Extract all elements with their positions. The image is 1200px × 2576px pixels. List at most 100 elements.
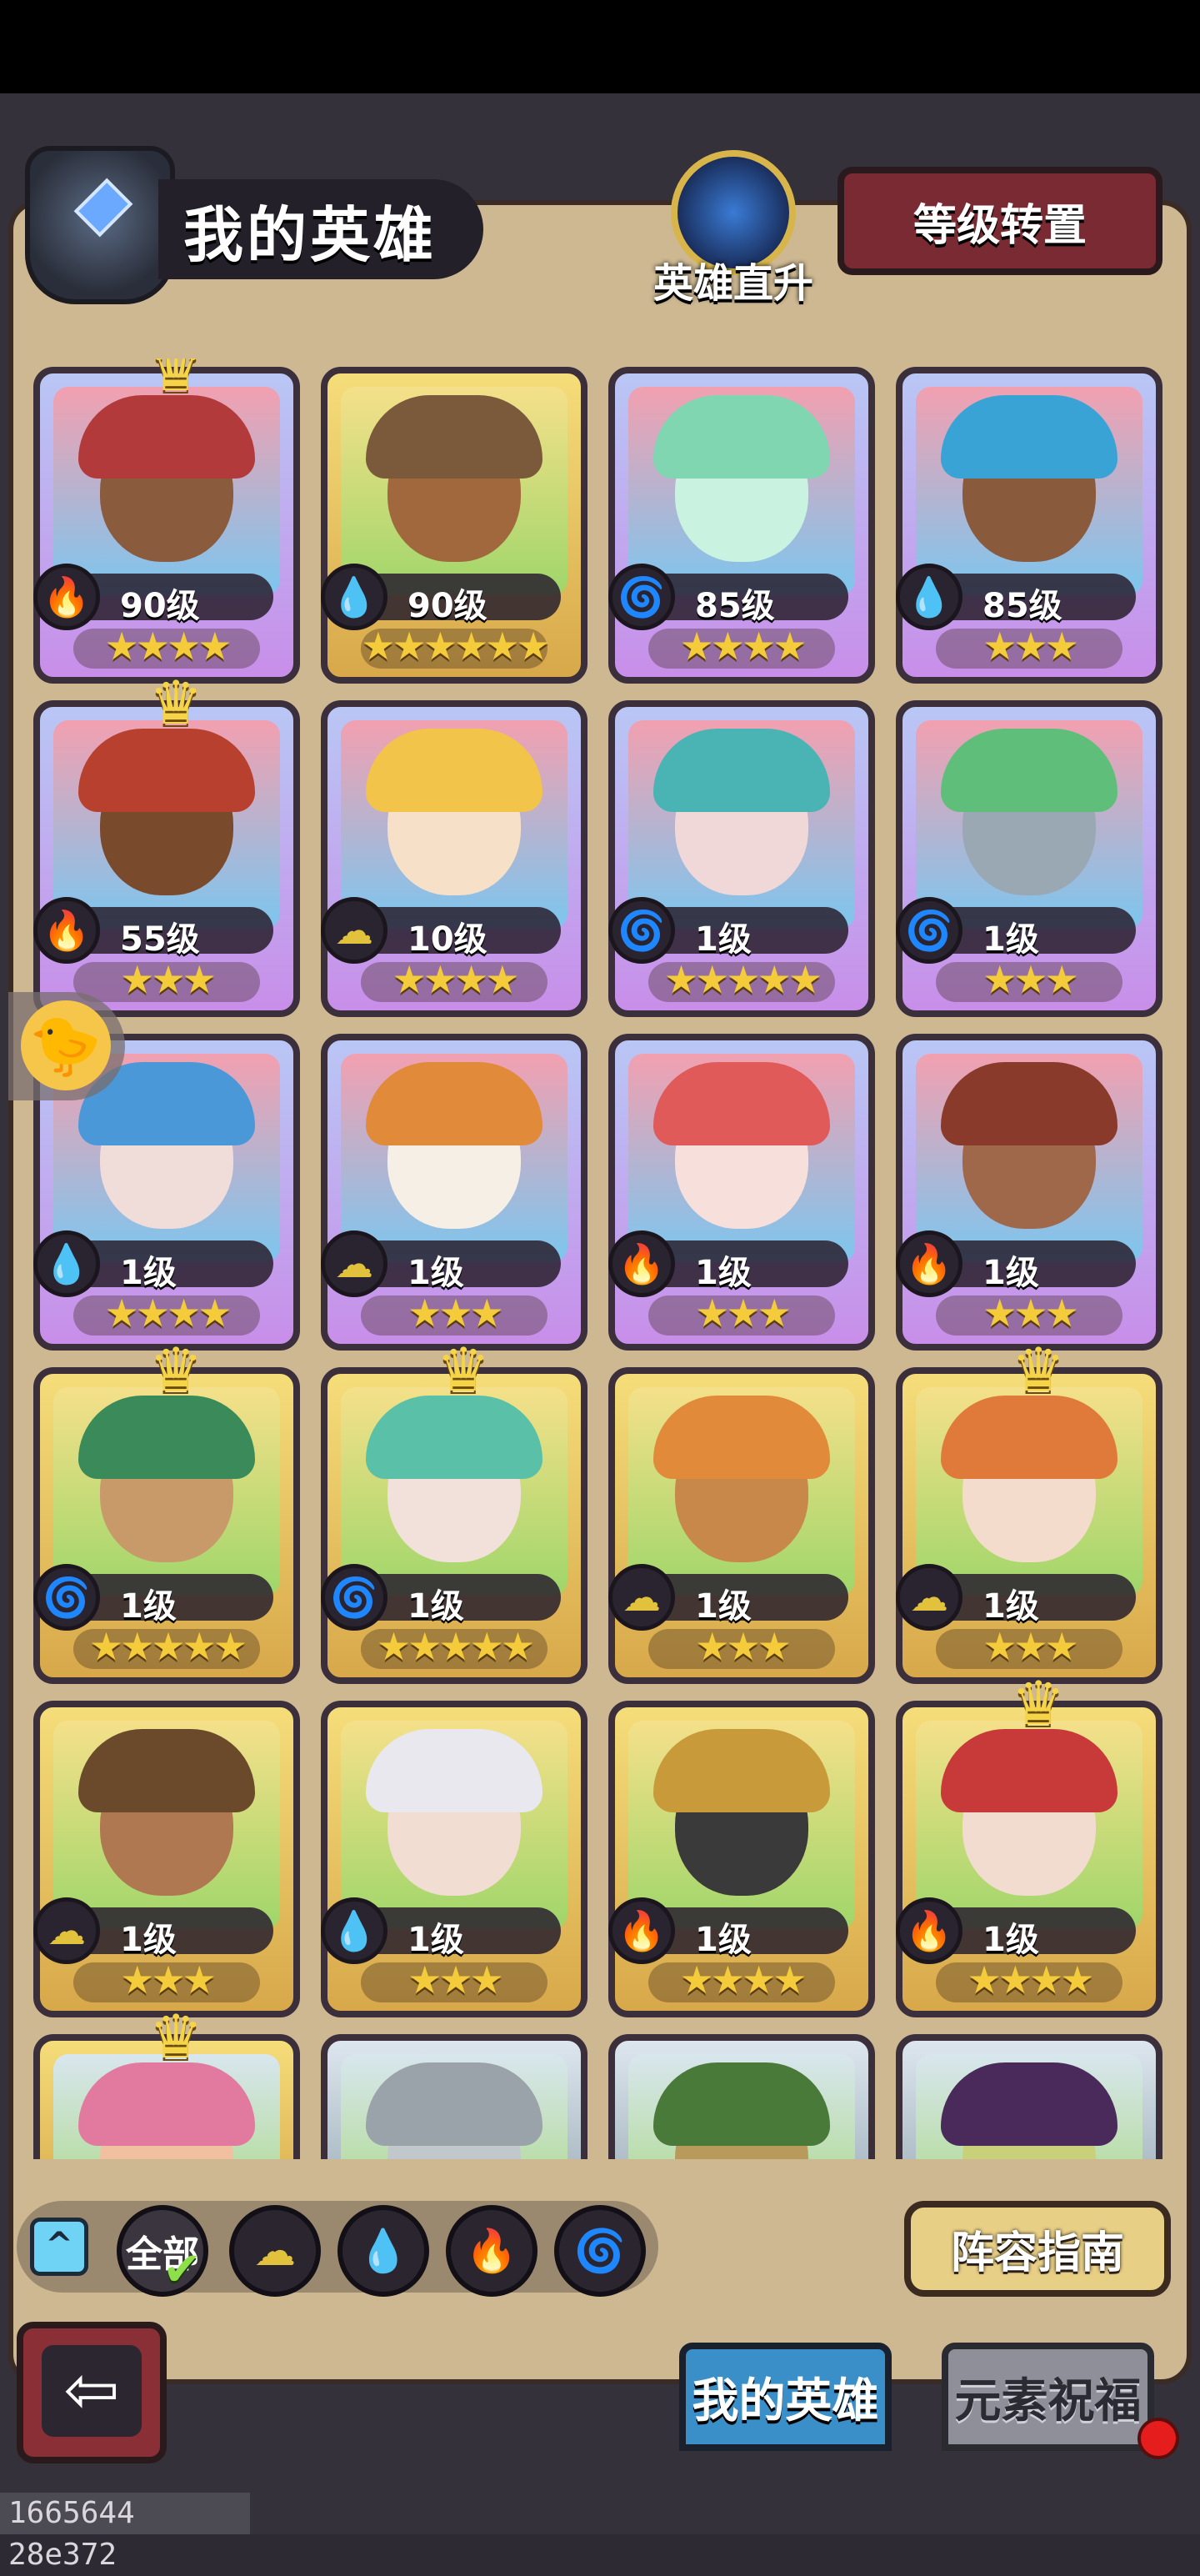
- hero-hair: [941, 2062, 1118, 2146]
- hero-hair: [78, 1396, 255, 1479]
- page-title: 我的英雄: [183, 199, 438, 270]
- notification-dot: [1138, 2418, 1179, 2459]
- wind-element-icon: 🌀: [321, 1564, 388, 1631]
- back-button[interactable]: ⇦: [17, 2322, 167, 2463]
- hero-card[interactable]: [321, 2034, 588, 2159]
- hero-card[interactable]: 💧 1级 ★★★: [321, 1701, 588, 2017]
- wind-element-icon: 🌀: [33, 1564, 100, 1631]
- hero-hair: [653, 1396, 830, 1479]
- hero-portrait: [341, 1054, 568, 1262]
- hero-grid: ♛ 🔥 90级 ★★★★ 💧 90级 ★★★★★★ 🌀 85级 ★★★★ 💧 85级 ★★★ ♛ 🔥 55级 ★…: [25, 358, 1175, 2159]
- hero-stars: ★★★★: [967, 1957, 1095, 2002]
- filter-water-button[interactable]: 💧: [338, 2205, 429, 2297]
- hero-card[interactable]: 🌀 1级 ★★★: [896, 700, 1162, 1017]
- hero-card[interactable]: 💧 85级 ★★★: [896, 367, 1162, 684]
- selected-check-icon: ✔: [162, 2243, 202, 2297]
- hero-card[interactable]: ♛ 🔥 55级 ★★★: [33, 673, 300, 1017]
- hero-promote-button[interactable]: 英雄直升: [650, 150, 817, 317]
- hero-stars: ★★★★: [392, 957, 520, 1002]
- hero-card[interactable]: ♛ ☁ 1级 ★★★: [896, 1340, 1162, 1684]
- hero-level: 1级: [982, 1587, 1039, 1626]
- hero-level: 1级: [695, 1587, 752, 1626]
- hero-hair: [941, 1396, 1118, 1479]
- hero-portrait: [341, 2054, 568, 2159]
- hero-portrait: [341, 1721, 568, 1929]
- hero-stars: ★★★: [408, 1957, 504, 2002]
- hero-card[interactable]: 🔥 1级 ★★★★: [608, 1701, 875, 2017]
- earth-element-icon: ☁: [321, 897, 388, 964]
- hero-level: 1级: [982, 1254, 1039, 1292]
- hero-stars: ★★★: [408, 1291, 504, 1336]
- hero-portrait: [628, 2054, 855, 2159]
- title-banner: 我的英雄: [158, 179, 483, 279]
- earth-icon: ☁: [254, 2227, 296, 2275]
- hero-card[interactable]: ☁ 1级 ★★★: [33, 1701, 300, 2017]
- hero-portrait: [53, 387, 280, 595]
- hero-stars: ★★★: [982, 624, 1079, 669]
- status-bar: [0, 0, 1200, 93]
- level-reset-button[interactable]: 等级转置: [838, 167, 1162, 275]
- hero-card[interactable]: 🔥 1级 ★★★: [896, 1034, 1162, 1351]
- hero-hair: [78, 395, 255, 479]
- hero-card[interactable]: 🌀 85级 ★★★★: [608, 367, 875, 684]
- hero-card[interactable]: ☁ 10级 ★★★★: [321, 700, 588, 1017]
- tab-element-blessing[interactable]: 元素祝福: [942, 2343, 1154, 2451]
- hero-level: 1级: [408, 1254, 464, 1292]
- hero-hair: [941, 1062, 1118, 1145]
- hero-portrait: [916, 1721, 1142, 1929]
- hero-portrait: [628, 720, 855, 929]
- hero-card[interactable]: ♛ 🔥 1级 ★★★★: [896, 1673, 1162, 2017]
- crown-icon: ♛: [148, 1335, 203, 1405]
- hero-hair: [78, 2062, 255, 2146]
- fire-element-icon: 🔥: [896, 1230, 962, 1297]
- hero-stars: ★★★: [982, 1291, 1079, 1336]
- hero-hair: [366, 1062, 542, 1145]
- water-element-icon: 💧: [321, 1897, 388, 1964]
- water-icon: 💧: [357, 2226, 410, 2275]
- filter-fire-button[interactable]: 🔥: [446, 2205, 538, 2297]
- hero-stars: ★★★: [982, 957, 1079, 1002]
- tab-my-heroes[interactable]: 我的英雄: [679, 2343, 892, 2451]
- floating-assistant-button[interactable]: 🐤: [8, 992, 125, 1100]
- hero-level: 1级: [120, 1254, 177, 1292]
- hero-card[interactable]: [608, 2034, 875, 2159]
- fire-element-icon: 🔥: [896, 1897, 962, 1964]
- filter-wind-button[interactable]: 🌀: [554, 2205, 646, 2297]
- hero-card[interactable]: [896, 2034, 1162, 2159]
- earth-element-icon: ☁: [33, 1897, 100, 1964]
- hero-level: 1级: [120, 1587, 177, 1626]
- lineup-guide-button[interactable]: 阵容指南: [904, 2201, 1171, 2297]
- hero-stars: ★★★: [120, 1957, 217, 2002]
- hero-card[interactable]: ♛ 🌀 1级 ★★★★★: [321, 1340, 588, 1684]
- earth-element-icon: ☁: [896, 1564, 962, 1631]
- hero-card[interactable]: ☁ 1级 ★★★: [321, 1034, 588, 1351]
- hero-level: 1级: [982, 920, 1039, 959]
- hero-level: 55级: [120, 920, 200, 959]
- hero-stars: ★★★★★★: [361, 624, 550, 669]
- wind-element-icon: 🌀: [608, 564, 675, 630]
- hero-card[interactable]: ♛ 🔥 90级 ★★★★: [33, 358, 300, 684]
- hero-portrait: [916, 1387, 1142, 1596]
- hero-card[interactable]: ♛: [33, 2007, 300, 2159]
- hero-card[interactable]: 💧 90级 ★★★★★★: [321, 367, 588, 684]
- hero-hair: [941, 395, 1118, 479]
- hero-card[interactable]: ☁ 1级 ★★★: [608, 1367, 875, 1684]
- hero-hair: [78, 729, 255, 812]
- filter-earth-button[interactable]: ☁: [229, 2205, 321, 2297]
- hero-level: 1级: [982, 1921, 1039, 1959]
- crown-icon: ♛: [148, 668, 203, 738]
- hero-stars: ★★★★: [104, 1291, 232, 1336]
- hero-card[interactable]: ♛ 🌀 1级 ★★★★★: [33, 1340, 300, 1684]
- collapse-button[interactable]: ^: [30, 2218, 88, 2276]
- hero-card[interactable]: 🌀 1级 ★★★★★: [608, 700, 875, 1017]
- crown-icon: ♛: [148, 2002, 203, 2072]
- hero-hair: [366, 1396, 542, 1479]
- hero-card[interactable]: 🔥 1级 ★★★: [608, 1034, 875, 1351]
- hero-stars: ★★★★★: [88, 1624, 248, 1669]
- hero-hair: [366, 729, 542, 812]
- hero-hair: [653, 1062, 830, 1145]
- wind-element-icon: 🌀: [608, 897, 675, 964]
- hero-portrait: [916, 1054, 1142, 1262]
- fire-element-icon: 🔥: [608, 1230, 675, 1297]
- hero-hair: [653, 395, 830, 479]
